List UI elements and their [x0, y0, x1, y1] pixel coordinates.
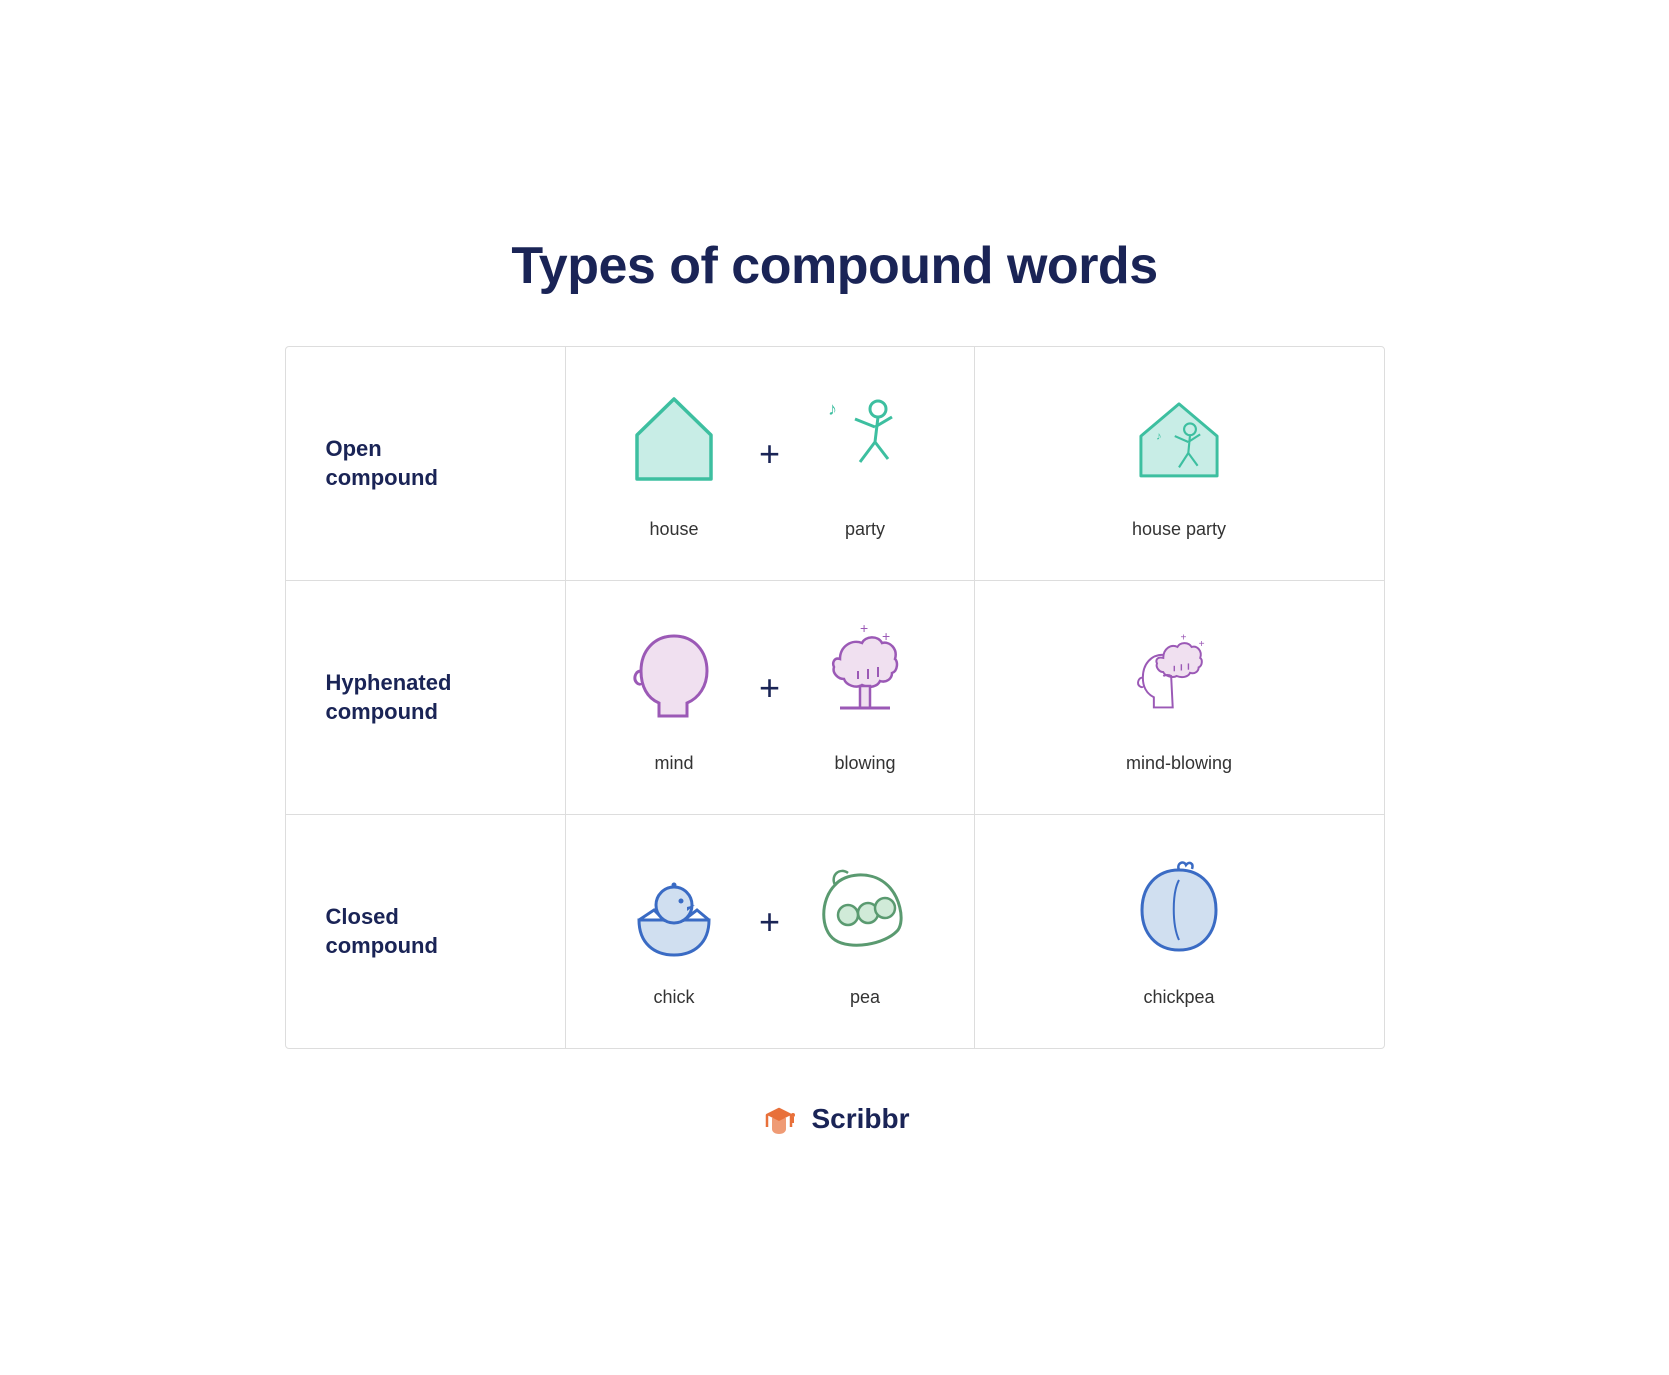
chickpea-combined-item: chickpea: [1124, 855, 1234, 1008]
row-3-result: chickpea: [975, 815, 1384, 1048]
mind-blowing-pair: mind + + +: [619, 621, 920, 774]
row-1-result: ♪ house party: [975, 347, 1384, 581]
row-3-pair: chick + pea: [566, 815, 975, 1048]
svg-text:+: +: [1199, 639, 1205, 650]
chickpea-pair: chick + pea: [619, 855, 920, 1008]
footer: Scribbr: [285, 1099, 1385, 1139]
blowing-label: blowing: [834, 753, 895, 774]
house-party-combined-item: ♪ house party: [1124, 387, 1234, 540]
mind-item: mind: [619, 621, 729, 774]
scribbr-logo-icon: [759, 1099, 799, 1139]
chickpea-combined-label: chickpea: [1143, 987, 1214, 1008]
house-icon: [619, 387, 729, 497]
house-label: house: [649, 519, 698, 540]
compound-words-grid: Opencompound house + ♪: [285, 346, 1385, 1049]
mind-blowing-combined-icon: + +: [1124, 621, 1234, 731]
chickpea-combined-icon: [1124, 855, 1234, 965]
mind-blowing-combined-item: + + mind-blowing: [1124, 621, 1234, 774]
hyphenated-compound-label: Hyphenatedcompound: [326, 669, 452, 726]
pea-icon: [810, 855, 920, 965]
row-2-result: + + mind-blowing: [975, 581, 1384, 815]
scribbr-brand: Scribbr: [811, 1103, 909, 1135]
plus-1: +: [759, 433, 780, 475]
blowing-item: + + blowing: [810, 621, 920, 774]
svg-text:+: +: [860, 621, 868, 636]
party-icon: ♪: [810, 387, 920, 497]
page-title: Types of compound words: [285, 236, 1385, 296]
pea-label: pea: [850, 987, 880, 1008]
party-label: party: [845, 519, 885, 540]
mind-label: mind: [654, 753, 693, 774]
row-2-pair: mind + + +: [566, 581, 975, 815]
closed-compound-label: Closedcompound: [326, 903, 438, 960]
chick-label: chick: [653, 987, 694, 1008]
row-1-pair: house + ♪: [566, 347, 975, 581]
party-item: ♪ party: [810, 387, 920, 540]
blowing-icon: + +: [810, 621, 920, 731]
svg-text:♪: ♪: [1156, 430, 1162, 442]
plus-3: +: [759, 901, 780, 943]
chick-icon: [619, 855, 729, 965]
pea-item: pea: [810, 855, 920, 1008]
mind-icon: [619, 621, 729, 731]
house-party-pair: house + ♪: [619, 387, 920, 540]
row-3-label: Closedcompound: [286, 815, 566, 1048]
house-party-combined-icon: ♪: [1124, 387, 1234, 497]
house-party-combined-label: house party: [1132, 519, 1226, 540]
plus-2: +: [759, 667, 780, 709]
svg-text:♪: ♪: [828, 399, 837, 419]
svg-text:+: +: [1181, 633, 1187, 644]
house-item: house: [619, 387, 729, 540]
row-1-label: Opencompound: [286, 347, 566, 581]
open-compound-label: Opencompound: [326, 435, 438, 492]
row-2-label: Hyphenatedcompound: [286, 581, 566, 815]
chick-item: chick: [619, 855, 729, 1008]
main-container: Types of compound words Opencompound hou…: [285, 236, 1385, 1139]
mind-blowing-combined-label: mind-blowing: [1126, 753, 1232, 774]
